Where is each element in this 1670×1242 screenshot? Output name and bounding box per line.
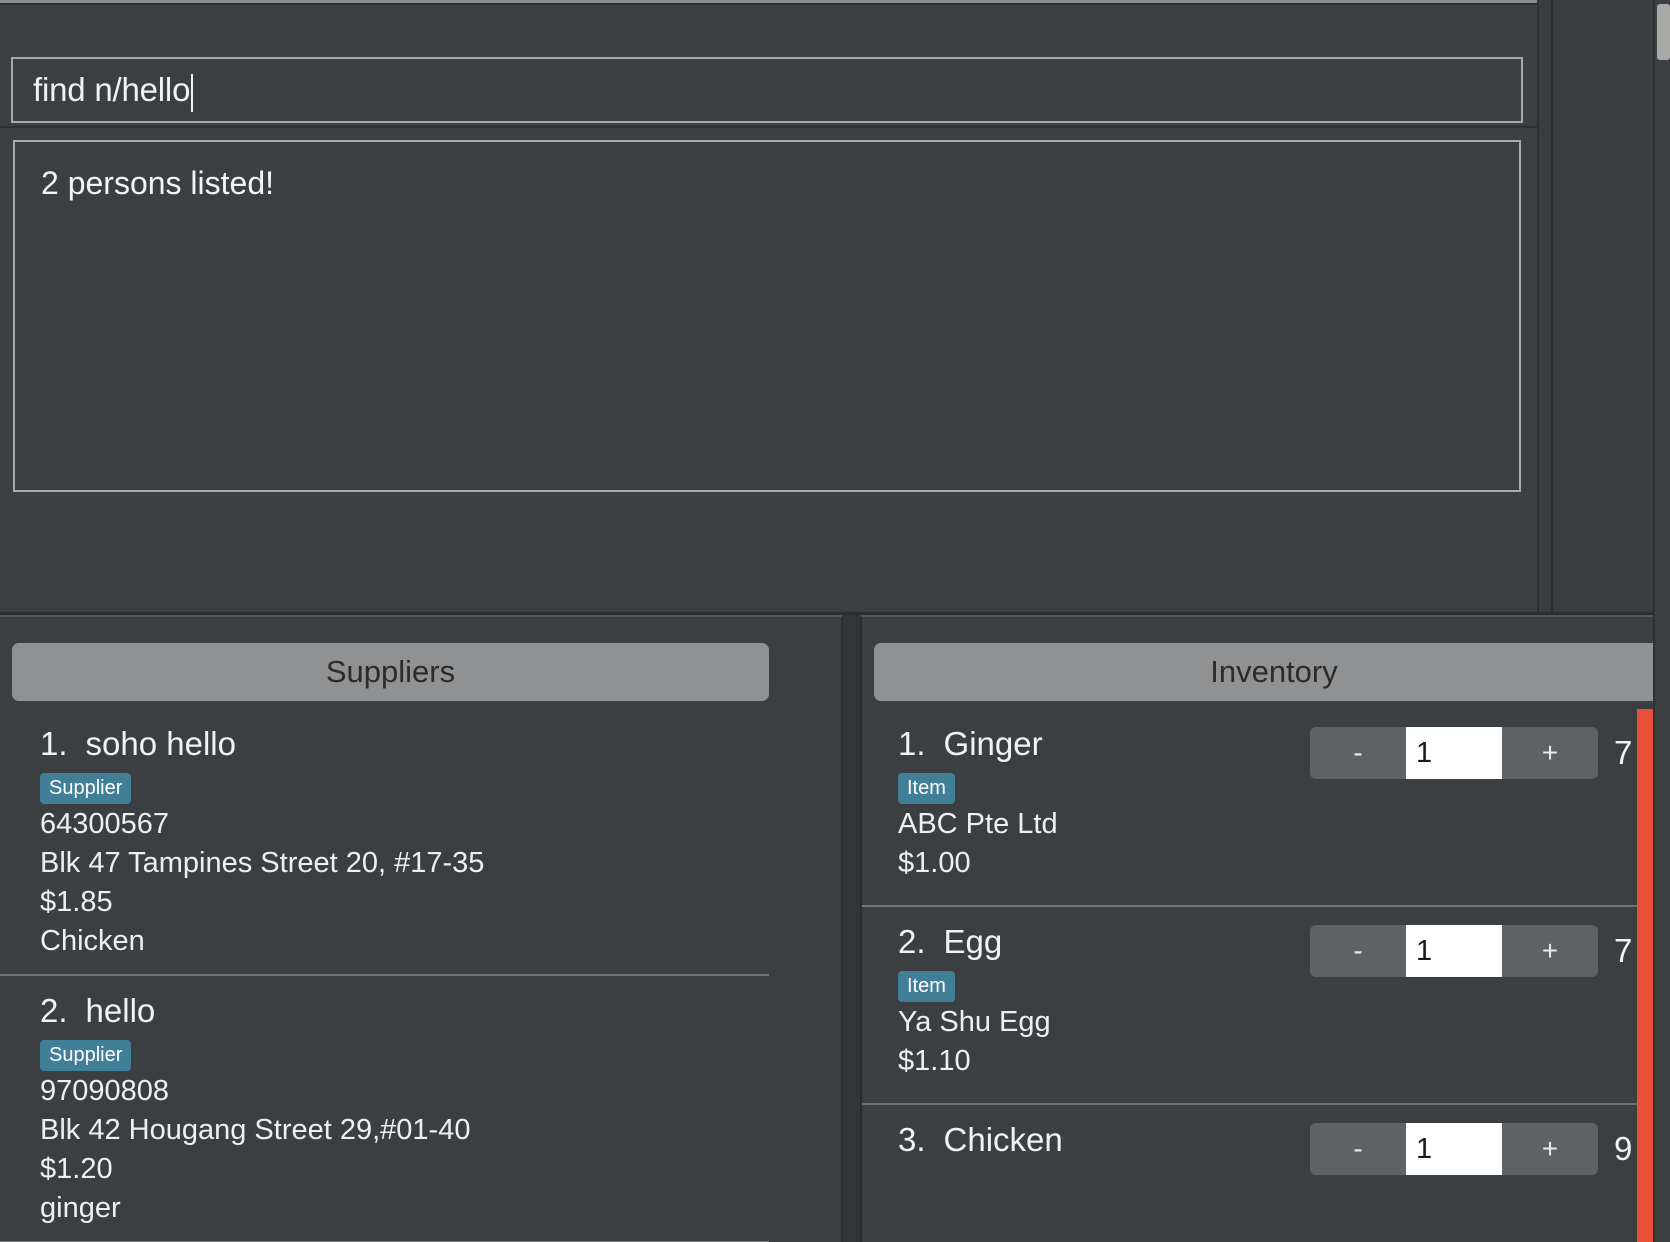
decrement-quantity-button[interactable]: - <box>1310 727 1406 779</box>
application-window: find n/hello 2 persons listed! Suppliers… <box>0 0 1670 1242</box>
supplier-title-row: 1. soho hello <box>40 723 769 765</box>
supplier-phone: 64300567 <box>40 808 170 840</box>
supplier-phone: 97090808 <box>40 1075 170 1107</box>
inventory-index: 2. <box>898 923 926 960</box>
quantity-input[interactable]: 1 <box>1406 1123 1502 1175</box>
supplier-role-tag: Supplier <box>40 1040 132 1071</box>
inventory-type-tag: Item <box>898 773 955 804</box>
inventory-index: 1. <box>898 725 926 762</box>
inventory-price: $1.00 <box>898 847 971 879</box>
inventory-list-item[interactable]: 2. Egg Item Ya Shu Egg $1.10 - 1 + 7 <box>862 907 1653 1105</box>
command-input[interactable]: find n/hello <box>11 57 1523 123</box>
top-section-right-edge <box>1537 0 1553 614</box>
inventory-list-item[interactable]: 3. Chicken - 1 + 9 <box>862 1105 1653 1242</box>
window-scrollbar-thumb[interactable] <box>1657 4 1670 60</box>
result-message: 2 persons listed! <box>41 165 275 201</box>
inventory-name: Chicken <box>943 1121 1063 1158</box>
increment-quantity-button[interactable]: + <box>1502 1123 1598 1175</box>
decrement-quantity-button[interactable]: - <box>1310 925 1406 977</box>
supplier-list-item[interactable]: 1. soho hello Supplier 64300567 Blk 47 T… <box>0 709 769 976</box>
stock-count: 7 <box>1614 932 1633 969</box>
supplier-list-item[interactable]: 2. hello Supplier 97090808 Blk 42 Hougan… <box>0 976 769 1242</box>
supplier-index: 2. <box>40 992 68 1029</box>
inventory-list-item[interactable]: 1. Ginger Item ABC Pte Ltd $1.00 - 1 + 7 <box>862 709 1653 907</box>
inventory-panel: Inventory 1. Ginger Item ABC Pte Ltd $1.… <box>860 615 1653 1242</box>
supplier-address: Blk 42 Hougang Street 29,#01-40 <box>40 1114 471 1146</box>
quantity-stepper: - 1 + 7 <box>1310 727 1638 779</box>
supplier-price: $1.85 <box>40 886 113 918</box>
inventory-name: Ginger <box>943 725 1043 762</box>
command-section: find n/hello <box>0 5 1537 128</box>
inventory-name: Egg <box>943 923 1003 960</box>
main-content-area: find n/hello 2 persons listed! Suppliers… <box>0 0 1653 1242</box>
increment-quantity-button[interactable]: + <box>1502 727 1598 779</box>
inventory-index: 3. <box>898 1121 926 1158</box>
quantity-input[interactable]: 1 <box>1406 925 1502 977</box>
list-panels-container: Suppliers 1. soho hello Supplier 6430056… <box>0 615 1653 1242</box>
suppliers-panel-header: Suppliers <box>12 643 769 701</box>
inventory-supplier: Ya Shu Egg <box>898 1006 1051 1038</box>
suppliers-list[interactable]: 1. soho hello Supplier 64300567 Blk 47 T… <box>0 709 841 1242</box>
supplier-name: hello <box>85 992 156 1029</box>
window-scrollbar[interactable] <box>1653 0 1670 1242</box>
panel-separator <box>843 615 860 1242</box>
supplier-name: soho hello <box>85 725 236 762</box>
quantity-input[interactable]: 1 <box>1406 727 1502 779</box>
inventory-price: $1.10 <box>898 1045 971 1077</box>
inventory-type-tag: Item <box>898 971 955 1002</box>
increment-quantity-button[interactable]: + <box>1502 925 1598 977</box>
text-caret <box>191 74 194 112</box>
supplier-index: 1. <box>40 725 68 762</box>
supplier-product: ginger <box>40 1192 121 1224</box>
supplier-price: $1.20 <box>40 1153 113 1185</box>
suppliers-panel: Suppliers 1. soho hello Supplier 6430056… <box>0 615 843 1242</box>
inventory-supplier: ABC Pte Ltd <box>898 808 1058 840</box>
quantity-stepper: - 1 + 9 <box>1310 1123 1638 1175</box>
stock-count: 7 <box>1614 734 1633 771</box>
stock-count: 9 <box>1614 1130 1633 1167</box>
result-section: 2 persons listed! <box>0 130 1537 614</box>
inventory-list[interactable]: 1. Ginger Item ABC Pte Ltd $1.00 - 1 + 7 <box>862 709 1653 1242</box>
supplier-product: Chicken <box>40 925 145 957</box>
result-display-box: 2 persons listed! <box>13 140 1521 492</box>
supplier-role-tag: Supplier <box>40 773 132 804</box>
command-input-value: find n/hello <box>33 71 191 108</box>
supplier-title-row: 2. hello <box>40 990 769 1032</box>
quantity-stepper: - 1 + 7 <box>1310 925 1638 977</box>
inventory-panel-header: Inventory <box>874 643 1653 701</box>
low-stock-alert-strip <box>1637 709 1653 1242</box>
decrement-quantity-button[interactable]: - <box>1310 1123 1406 1175</box>
supplier-address: Blk 47 Tampines Street 20, #17-35 <box>40 847 485 879</box>
